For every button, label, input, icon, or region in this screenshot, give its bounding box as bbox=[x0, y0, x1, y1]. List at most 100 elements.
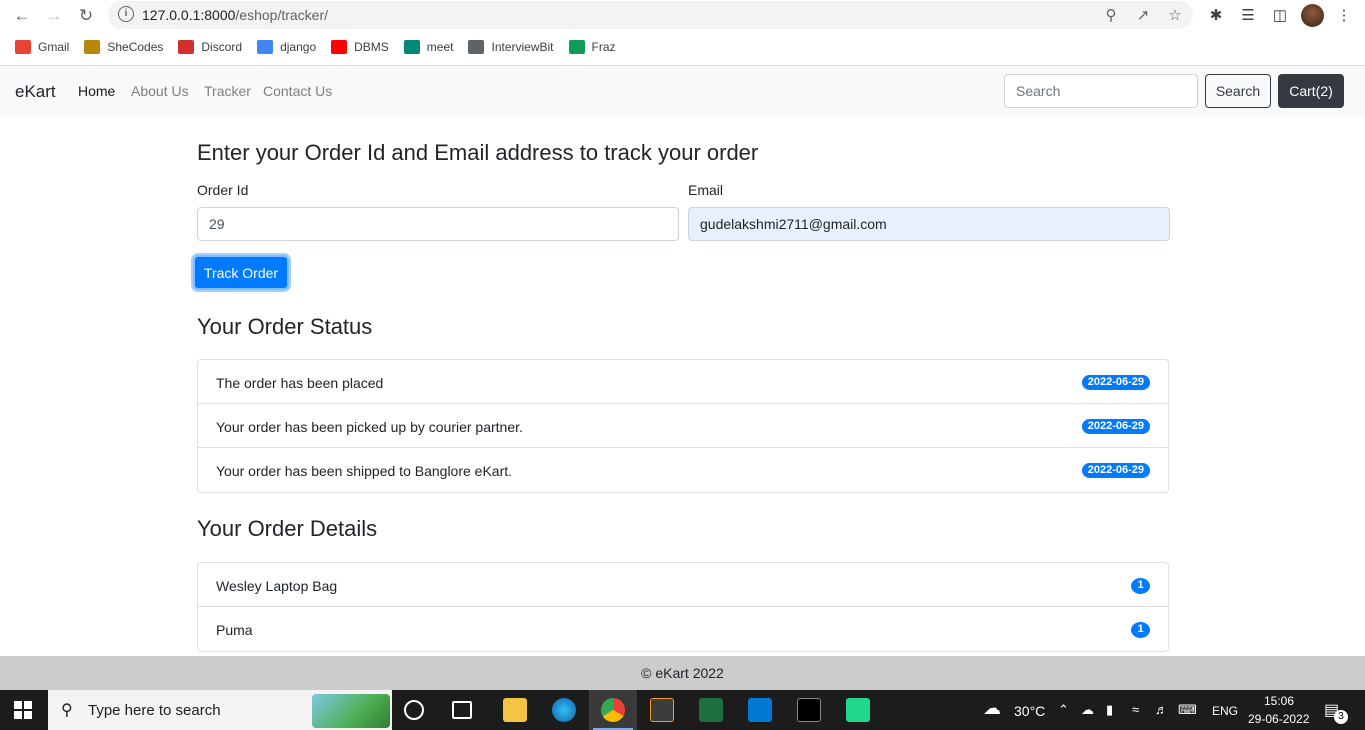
bookmark-label: Gmail bbox=[38, 40, 70, 54]
order-id-input[interactable]: 29 bbox=[197, 207, 679, 241]
tray-chevron-icon[interactable]: ⌃ bbox=[1058, 702, 1069, 718]
profile-avatar[interactable] bbox=[1301, 4, 1324, 27]
back-icon[interactable]: ← bbox=[11, 5, 33, 27]
notification-count: 3 bbox=[1334, 710, 1348, 724]
status-text: Your order has been shipped to Banglore … bbox=[216, 463, 513, 479]
share-icon[interactable]: ↗ bbox=[1134, 7, 1152, 25]
battery-icon[interactable]: ▮ bbox=[1106, 702, 1113, 718]
bookmark-favicon-icon bbox=[403, 40, 420, 54]
keyboard-icon[interactable]: ⌨ bbox=[1178, 702, 1197, 718]
task-view-icon[interactable] bbox=[452, 701, 472, 719]
edge-icon[interactable] bbox=[552, 698, 576, 722]
bookmark-item[interactable]: Discord bbox=[178, 36, 242, 58]
bookmark-label: meet bbox=[426, 40, 454, 54]
bookmark-favicon-icon bbox=[15, 40, 31, 54]
windows-start-icon[interactable] bbox=[14, 701, 32, 719]
file-explorer-icon[interactable] bbox=[503, 698, 527, 722]
list-item: Your order has been shipped to Banglore … bbox=[198, 448, 1168, 492]
site-footer: © eKart 2022 bbox=[0, 656, 1365, 690]
search-icon: ⚲ bbox=[61, 702, 73, 719]
chrome-icon bbox=[601, 698, 625, 722]
email-label: Email bbox=[688, 182, 724, 198]
product-name: Puma bbox=[216, 622, 253, 638]
cart-button[interactable]: Cart(2) bbox=[1278, 74, 1344, 108]
brand-logo[interactable]: eKart bbox=[15, 82, 56, 102]
bookmark-favicon-icon bbox=[257, 40, 274, 54]
bookmark-favicon-icon bbox=[568, 40, 585, 54]
order-details-list: Wesley Laptop Bag 1 Puma 1 bbox=[197, 562, 1169, 652]
site-info-icon[interactable]: i bbox=[118, 6, 134, 22]
clock-time[interactable]: 15:06 bbox=[1264, 694, 1294, 708]
url-text[interactable]: 127.0.0.1:8000/eshop/tracker/ bbox=[142, 7, 328, 23]
bookmark-label: SheCodes bbox=[107, 40, 164, 54]
bookmark-item[interactable]: InterviewBit bbox=[468, 36, 554, 58]
track-order-button[interactable]: Track Order bbox=[193, 255, 289, 290]
bookmark-favicon-icon bbox=[468, 40, 485, 54]
cortana-icon[interactable] bbox=[404, 700, 424, 720]
bookmark-favicon-icon bbox=[178, 40, 195, 54]
pycharm-icon[interactable] bbox=[846, 698, 870, 722]
weather-temp[interactable]: 30°C bbox=[1014, 703, 1045, 719]
product-name: Wesley Laptop Bag bbox=[216, 578, 338, 594]
order-status-heading: Your Order Status bbox=[197, 314, 373, 339]
date-badge: 2022-06-29 bbox=[1081, 463, 1150, 478]
list-item: Puma 1 bbox=[198, 607, 1168, 651]
bookmarks-bar: Gmail SheCodes Discord django DBMS meet Interv… bbox=[0, 36, 616, 58]
weather-icon[interactable]: ☁ bbox=[983, 698, 1001, 719]
chrome-taskbar-active[interactable] bbox=[589, 690, 637, 730]
bookmark-item[interactable]: meet bbox=[403, 36, 454, 58]
url-path: /eshop/tracker/ bbox=[235, 7, 329, 23]
excel-icon[interactable] bbox=[699, 698, 723, 722]
status-text: Your order has been picked up by courier… bbox=[216, 419, 523, 435]
list-item: Your order has been picked up by courier… bbox=[198, 404, 1168, 448]
search-button[interactable]: Search bbox=[1205, 74, 1271, 108]
extensions-icon[interactable]: ✱ bbox=[1206, 6, 1226, 26]
taskbar-search-placeholder: Type here to search bbox=[88, 702, 221, 719]
address-row: ← → ↻ i 127.0.0.1:8000/eshop/tracker/ ⚲ … bbox=[0, 0, 1365, 32]
language-indicator[interactable]: ENG bbox=[1212, 704, 1238, 718]
date-badge: 2022-06-29 bbox=[1081, 375, 1150, 390]
bookmark-star-icon[interactable]: ☆ bbox=[1166, 7, 1184, 25]
bookmark-item[interactable]: Fraz bbox=[568, 36, 616, 58]
bookmark-favicon-icon bbox=[84, 40, 101, 54]
nav-home[interactable]: Home bbox=[78, 83, 115, 99]
quantity-badge: 1 bbox=[1131, 622, 1150, 638]
url-host: 127.0.0.1:8000 bbox=[142, 7, 236, 23]
order-details-heading: Your Order Details bbox=[197, 516, 378, 541]
taskbar-search[interactable]: ⚲ Type here to search bbox=[48, 690, 392, 730]
search-input[interactable] bbox=[1004, 74, 1198, 108]
nav-about[interactable]: About Us bbox=[131, 83, 189, 99]
zoom-icon[interactable]: ⚲ bbox=[1102, 7, 1120, 25]
reload-icon[interactable]: ↻ bbox=[75, 5, 97, 27]
list-item: Wesley Laptop Bag 1 bbox=[198, 563, 1168, 607]
date-badge: 2022-06-29 bbox=[1081, 419, 1150, 434]
terminal-icon[interactable] bbox=[797, 698, 821, 722]
sublime-icon[interactable] bbox=[650, 698, 674, 722]
menu-kebab-icon[interactable]: ⋮ bbox=[1334, 6, 1354, 26]
bookmark-favicon-icon bbox=[331, 40, 348, 54]
nav-tracker[interactable]: Tracker bbox=[204, 83, 251, 99]
nav-contact[interactable]: Contact Us bbox=[263, 83, 332, 99]
onedrive-icon[interactable]: ☁ bbox=[1081, 702, 1094, 718]
site-navbar: eKart Home About Us Tracker Contact Us S… bbox=[0, 66, 1365, 116]
status-text: The order has been placed bbox=[216, 375, 384, 391]
bookmark-item[interactable]: Gmail bbox=[15, 36, 69, 58]
vscode-icon[interactable] bbox=[748, 698, 772, 722]
address-bar[interactable]: i 127.0.0.1:8000/eshop/tracker/ ⚲ ↗ ☆ bbox=[108, 1, 1193, 29]
bookmark-label: InterviewBit bbox=[491, 40, 554, 54]
forward-icon[interactable]: → bbox=[43, 5, 65, 27]
media-icon[interactable]: ☰ bbox=[1238, 6, 1258, 26]
bookmark-item[interactable]: django bbox=[257, 36, 316, 58]
browser-chrome: ← → ↻ i 127.0.0.1:8000/eshop/tracker/ ⚲ … bbox=[0, 0, 1365, 66]
bookmark-item[interactable]: DBMS bbox=[331, 36, 389, 58]
volume-icon[interactable]: ♬ bbox=[1155, 702, 1168, 717]
clock-date[interactable]: 29-06-2022 bbox=[1248, 712, 1309, 726]
bookmark-item[interactable]: SheCodes bbox=[84, 36, 163, 58]
windows-taskbar: ⚲ Type here to search ☁ 30°C ⌃ ☁ ▮ ≈ ♬ ⌨… bbox=[0, 690, 1365, 730]
order-status-list: The order has been placed 2022-06-29 You… bbox=[197, 359, 1169, 493]
email-input[interactable]: gudelakshmi2711@gmail.com bbox=[688, 207, 1170, 241]
wifi-icon[interactable]: ≈ bbox=[1132, 702, 1139, 717]
search-highlight-image[interactable] bbox=[312, 694, 390, 728]
sidepanel-icon[interactable]: ◫ bbox=[1270, 6, 1290, 26]
order-id-label: Order Id bbox=[197, 182, 249, 198]
